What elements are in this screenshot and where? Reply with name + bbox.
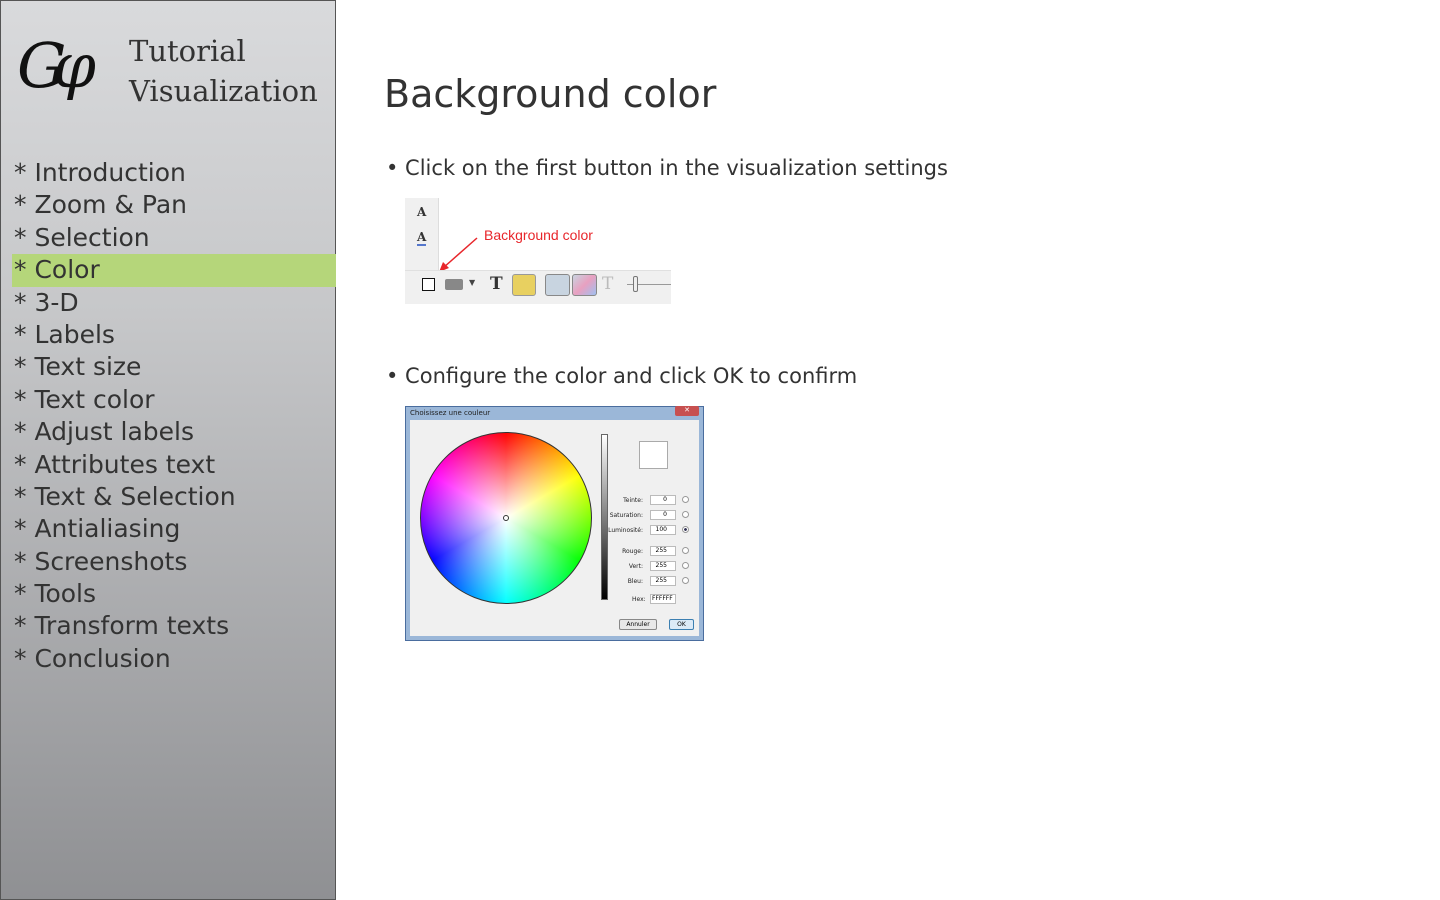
- nav-item[interactable]: * Text & Selection: [12, 481, 336, 513]
- preview-swatch: [639, 441, 668, 469]
- nav-item[interactable]: * Color: [12, 254, 336, 287]
- field-radio[interactable]: [682, 562, 689, 569]
- font-icon: A: [417, 205, 427, 219]
- step-2-text: • Configure the color and click OK to co…: [386, 364, 858, 388]
- field-radio[interactable]: [682, 496, 689, 503]
- brand-line-1: Tutorial: [129, 34, 246, 68]
- chevron-down-icon[interactable]: ▼: [469, 278, 475, 287]
- nav-menu: * Introduction * Zoom & Pan * Selection * C…: [12, 157, 336, 675]
- color-picker-marker[interactable]: [503, 515, 509, 521]
- field-label: Bleu:: [627, 578, 643, 585]
- field-label: Luminosité:: [608, 527, 643, 534]
- dialog-title: Choisissez une couleur: [410, 409, 491, 417]
- toolbar-screenshot: A A Background color ▼ T T: [405, 198, 671, 304]
- nav-item[interactable]: * Tools: [12, 578, 336, 610]
- field-input[interactable]: 0: [650, 495, 676, 505]
- annotation-arrow-icon: [439, 237, 478, 272]
- field-radio[interactable]: [682, 577, 689, 584]
- nav-item[interactable]: * Screenshots: [12, 546, 336, 578]
- hex-input[interactable]: FFFFFF: [650, 594, 676, 604]
- screenshot-button[interactable]: [445, 279, 463, 290]
- text-button[interactable]: T: [490, 274, 503, 294]
- nav-item[interactable]: * Conclusion: [12, 643, 336, 675]
- nav-item[interactable]: * Attributes text: [12, 449, 336, 481]
- field-label: Rouge:: [622, 548, 643, 555]
- nav-item[interactable]: * Adjust labels: [12, 416, 336, 448]
- field-input[interactable]: 255: [650, 546, 676, 556]
- nav-item[interactable]: * Introduction: [12, 157, 336, 189]
- edge-color-button[interactable]: [572, 274, 597, 296]
- ok-button[interactable]: OK: [669, 619, 694, 630]
- field-input[interactable]: 100: [650, 525, 676, 535]
- edge-button[interactable]: [545, 274, 570, 296]
- field-label: Vert:: [628, 563, 643, 570]
- nav-item[interactable]: * Selection: [12, 222, 336, 254]
- label-toggle-button[interactable]: [512, 274, 536, 296]
- page-title: Background color: [384, 72, 717, 116]
- sidebar: Gφ Tutorial Visualization * Introduction…: [0, 0, 336, 900]
- nav-item[interactable]: * Transform texts: [12, 610, 336, 642]
- nav-item[interactable]: * Text color: [12, 384, 336, 416]
- field-input[interactable]: 255: [650, 576, 676, 586]
- field-radio[interactable]: [682, 511, 689, 518]
- background-color-button[interactable]: [422, 278, 435, 291]
- nav-item[interactable]: * Zoom & Pan: [12, 189, 336, 221]
- close-icon[interactable]: ✕: [675, 406, 699, 416]
- text-outline-button[interactable]: T: [602, 274, 613, 294]
- cancel-button[interactable]: Annuler: [619, 619, 657, 630]
- field-label: Saturation:: [609, 512, 643, 519]
- field-input[interactable]: 255: [650, 561, 676, 571]
- annotation-label: Background color: [484, 227, 593, 243]
- nav-item[interactable]: * Labels: [12, 319, 336, 351]
- field-input[interactable]: 0: [650, 510, 676, 520]
- luminosity-slider[interactable]: [601, 434, 608, 600]
- color-dialog-screenshot: Choisissez une couleur ✕ Teinte: 0 Satur…: [405, 406, 704, 641]
- field-label: Teinte:: [623, 497, 643, 504]
- hex-label: Hex:: [632, 596, 646, 603]
- nav-item[interactable]: * Antialiasing: [12, 513, 336, 545]
- field-radio[interactable]: [682, 547, 689, 554]
- slider-handle[interactable]: [633, 276, 638, 292]
- brand-line-2: Visualization: [129, 74, 318, 108]
- brand-title: Tutorial Visualization: [129, 31, 318, 111]
- nav-item[interactable]: * Text size: [12, 351, 336, 383]
- font-color-icon: A: [417, 230, 427, 246]
- step-1-text: • Click on the first button in the visua…: [386, 156, 948, 180]
- nav-item[interactable]: * 3-D: [12, 287, 336, 319]
- field-radio[interactable]: [682, 526, 689, 533]
- logo: Gφ: [17, 29, 96, 102]
